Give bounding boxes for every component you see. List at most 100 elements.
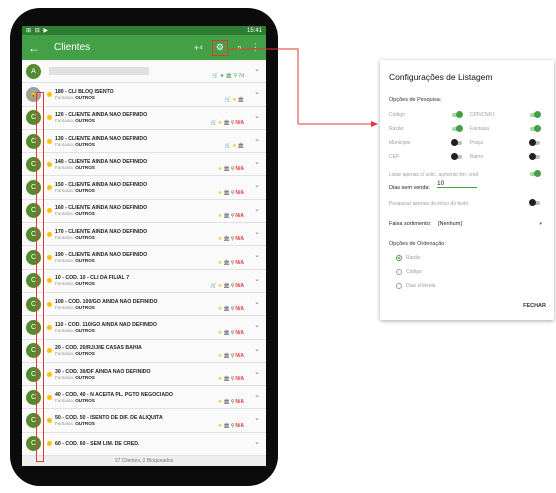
- list-item[interactable]: C 160 - CLIENTE AINDA NÃO DEFINIDO Fantasi…: [22, 199, 266, 224]
- search-option-label: Código: [389, 112, 405, 118]
- list-item[interactable]: C 100 - COD. 100/GO AINDA NAO DEFINIDO Fan…: [22, 292, 266, 317]
- list-item[interactable]: C 40 - COD. 40 - N ACEITA PL. PGTO NEGOCI…: [22, 386, 266, 410]
- chevron-down-icon[interactable]: ⌄: [254, 391, 260, 399]
- chevron-down-icon[interactable]: ⌄: [254, 438, 260, 446]
- chevron-down-icon[interactable]: ⌄: [254, 88, 260, 96]
- list-footer-count: 27 Clientes, 2 Bloqueados: [22, 456, 266, 466]
- faixa-select[interactable]: [Nenhum]: [438, 221, 462, 227]
- list-item[interactable]: C 170 - CLIENTE AINDA NÃO DEFINIDO Fantasi…: [22, 223, 266, 247]
- search-option-label: Praça: [470, 140, 484, 146]
- status-dot-icon: [47, 185, 52, 191]
- list-item[interactable]: C 190 - CLIENTE AINDA NÃO DEFINIDO Fantasi…: [22, 246, 266, 270]
- order-radio-button[interactable]: [396, 269, 402, 275]
- row-status-icons: ★ 🏛 ⚲ N/A: [218, 190, 244, 196]
- chevron-down-icon[interactable]: ⌄: [254, 65, 260, 73]
- fantasia-label: Fantasia:: [55, 211, 74, 217]
- list-item[interactable]: C 10 - COD. 10 - CLI DA FILIAL 7 Fantasia:…: [22, 269, 266, 293]
- list-item[interactable]: C 110 - COD. 110/GO AINDA NAO DEFINIDO Fan…: [22, 316, 266, 340]
- back-arrow-icon[interactable]: ←: [28, 41, 46, 55]
- fantasia-label: Fantasia:: [55, 118, 74, 124]
- list-item[interactable]: C 50 - COD. 50 - ISENTO DE DIF. DE ALIQUI…: [22, 409, 266, 433]
- pin-icon: ⚲: [230, 259, 235, 266]
- fantasia-label: Fantasia:: [55, 141, 74, 147]
- fantasia-value: OUTROS: [75, 327, 95, 333]
- row-text: 60 - COD. 60 - SEM LIM. DE CRED.: [55, 441, 266, 447]
- chevron-down-icon[interactable]: ⌄: [254, 158, 260, 166]
- list-item[interactable]: C 140 - CLIENTE AINDA NÃO DEFINIDO Fantasi…: [22, 153, 266, 177]
- chevron-down-icon[interactable]: ⌄: [254, 112, 260, 120]
- search-option-toggle[interactable]: [530, 125, 541, 132]
- chevron-down-icon[interactable]: ⌄: [254, 414, 260, 422]
- chevron-down-icon[interactable]: ⌄: [254, 298, 260, 306]
- row-status-icons: 🛒 ★ 🏛: [225, 97, 244, 103]
- chevron-down-icon[interactable]: ⌄: [254, 275, 260, 283]
- dias-sem-venda-input[interactable]: 10: [437, 180, 477, 188]
- dropdown-arrow-icon[interactable]: ▾: [539, 221, 542, 227]
- filter-settings-icon[interactable]: ⚙: [211, 39, 228, 56]
- annotation-highlight-dots: [36, 92, 44, 462]
- status-dot-icon: [47, 418, 52, 424]
- search-option-toggle[interactable]: [529, 153, 540, 160]
- list-item[interactable]: 🔒 180 - CLI BLOQ ISENTO Fantasia: OUTROS 🛒 ★…: [22, 83, 266, 107]
- chevron-down-icon[interactable]: ⌄: [254, 368, 260, 376]
- list-item-first[interactable]: A 🛒 ★ 🏛 ⚲ 7d ⌄: [22, 60, 266, 84]
- add-person-icon[interactable]: +⁴: [194, 43, 203, 53]
- avatar: A: [26, 63, 41, 79]
- star-icon: ★: [217, 329, 223, 336]
- row-status-icons: ★ 🏛 ⚲ N/A: [218, 260, 244, 266]
- bank-icon: 🏛: [237, 143, 244, 150]
- search-start-toggle[interactable]: [529, 199, 540, 206]
- faixa-label: Faixa sortimento:: [389, 221, 432, 227]
- search-icon[interactable]: ⌕: [237, 42, 242, 53]
- fantasia-label: Fantasia:: [55, 327, 74, 333]
- list-item[interactable]: C 150 - CLIENTE AINDA NÃO DEFINIDO Fantasi…: [22, 176, 266, 200]
- row-status-icons: ★ 🏛 ⚲ N/A: [218, 330, 244, 336]
- na-badge: N/A: [235, 236, 244, 243]
- fantasia-value: OUTROS: [75, 421, 95, 427]
- fantasia-label: Fantasia:: [55, 234, 74, 240]
- chevron-down-icon[interactable]: ⌄: [254, 181, 260, 189]
- list-only-toggle[interactable]: [530, 170, 541, 177]
- more-menu-icon[interactable]: ⋮: [251, 42, 260, 53]
- status-dot-icon: [47, 161, 52, 167]
- chevron-down-icon[interactable]: ⌄: [254, 321, 260, 329]
- list-item[interactable]: C 30 - COD. 30/DF AINDA NAO DEFINIDO Fanta…: [22, 362, 266, 387]
- chevron-down-icon[interactable]: ⌄: [254, 135, 260, 143]
- row-status-icons: 🛒 ★ 🏛 ⚲ N/A: [211, 283, 244, 289]
- status-icons: ⊞ ⊟ ▶: [26, 28, 50, 34]
- status-time: 15:41: [246, 27, 262, 34]
- search-option-toggle[interactable]: [451, 139, 462, 146]
- star-icon: ★: [217, 352, 223, 359]
- bank-icon: 🏛: [223, 259, 230, 266]
- search-option-toggle[interactable]: [452, 125, 463, 132]
- search-option-toggle[interactable]: [451, 153, 462, 160]
- dias-sem-venda-label: Dias sem venda:: [389, 185, 430, 191]
- chevron-down-icon[interactable]: ⌄: [254, 205, 260, 213]
- chevron-down-icon[interactable]: ⌄: [254, 228, 260, 236]
- fantasia-value: OUTROS: [75, 281, 95, 287]
- search-option-toggle[interactable]: [452, 111, 463, 118]
- bank-icon: 🏛: [237, 96, 244, 103]
- na-badge: N/A: [235, 119, 244, 126]
- list-item[interactable]: C 120 - CLIENTE AINDA NÃO DEFINIDO Fantasi…: [22, 106, 266, 130]
- fantasia-value: OUTROS: [75, 211, 95, 217]
- list-item[interactable]: C 20 - COD. 20/RJ/J/IE CASAS BAHIA Fantasi…: [22, 339, 266, 363]
- status-bar: ⊞ ⊟ ▶ 15:41: [22, 26, 266, 35]
- na-badge: N/A: [235, 399, 244, 406]
- bank-icon: 🏛: [223, 213, 230, 220]
- fantasia-value: OUTROS: [75, 94, 95, 100]
- list-item[interactable]: C 130 - CLIENTE AINDA NÃO DEFINIDO Fantasi…: [22, 129, 266, 154]
- page-title: Clientes: [54, 42, 91, 53]
- chevron-down-icon[interactable]: ⌄: [254, 345, 260, 353]
- search-option-toggle[interactable]: [529, 139, 540, 146]
- order-radio-button[interactable]: [396, 255, 402, 261]
- client-list: A 🛒 ★ 🏛 ⚲ 7d ⌄ 🔒 180 - CLI BLOQ ISENTO Fan…: [22, 60, 266, 456]
- order-radio-button[interactable]: [396, 283, 402, 289]
- list-item[interactable]: C 60 - COD. 60 - SEM LIM. DE CRED. ⌄: [22, 432, 266, 456]
- status-dot-icon: [47, 348, 52, 354]
- search-option-toggle[interactable]: [530, 111, 541, 118]
- chevron-down-icon[interactable]: ⌄: [254, 251, 260, 259]
- na-badge: N/A: [235, 189, 244, 196]
- pin-icon: ⚲: [230, 282, 235, 289]
- close-button[interactable]: FECHAR: [523, 303, 546, 309]
